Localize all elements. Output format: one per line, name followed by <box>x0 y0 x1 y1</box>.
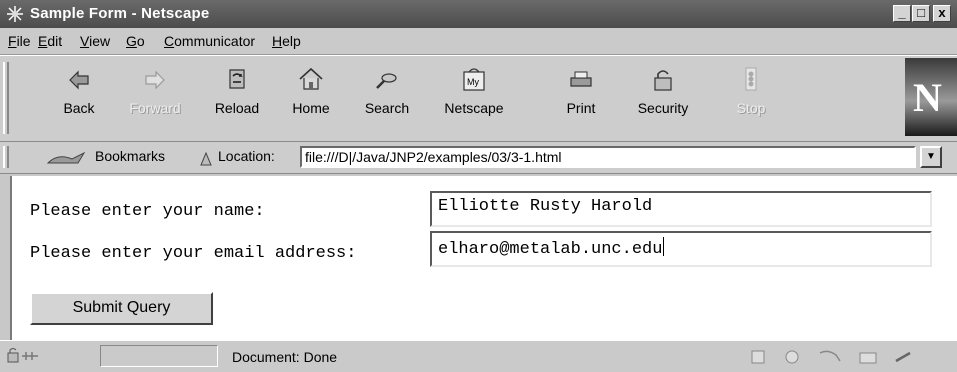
reload-icon <box>229 69 245 89</box>
status-bar: Document: Done <box>0 340 957 372</box>
forward-arrow-icon <box>145 70 165 90</box>
email-label: Please enter your email address: <box>30 244 357 263</box>
menu-bar: File Edit View Go Communicator Help <box>0 28 957 55</box>
page-content: Please enter your name: Elliotte Rusty H… <box>10 176 957 340</box>
url-input[interactable]: file:///D|/Java/JNP2/examples/03/3-1.htm… <box>300 146 916 168</box>
maximize-button[interactable]: □ <box>912 5 930 22</box>
netscape-label: Netscape <box>444 100 504 116</box>
my-netscape-icon: My <box>463 68 485 91</box>
minimize-button[interactable]: _ <box>893 5 911 22</box>
netscape-logo[interactable]: N <box>905 58 957 136</box>
print-label: Print <box>566 100 596 116</box>
stop-icon <box>745 67 757 91</box>
netscape-logo-letter: N <box>913 75 942 120</box>
svg-text:My: My <box>467 77 479 87</box>
netscape-app-icon[interactable] <box>6 5 24 23</box>
page-proxy-icon[interactable] <box>198 149 214 170</box>
status-text: Document: Done <box>232 349 338 365</box>
menu-edit[interactable]: Edit <box>38 33 62 49</box>
forward-button[interactable]: Forward <box>120 64 190 136</box>
component-bar <box>750 347 930 370</box>
location-toolbar: Bookmarks Location: file:///D|/Java/JNP2… <box>0 142 957 174</box>
submit-query-button[interactable]: Submit Query <box>30 292 213 325</box>
security-button[interactable]: Security <box>622 64 704 136</box>
name-input[interactable]: Elliotte Rusty Harold <box>430 191 932 227</box>
progress-meter <box>100 345 218 367</box>
navigation-toolbar: Back Forward Reload Home Search My Netsc… <box>0 55 957 142</box>
window-title: Sample Form - Netscape <box>30 5 210 22</box>
chevron-down-icon: ▼ <box>926 151 936 162</box>
security-status-icon[interactable] <box>6 347 40 368</box>
search-icon <box>376 73 397 89</box>
location-label: Location: <box>218 148 275 164</box>
back-arrow-icon <box>69 70 89 90</box>
close-button[interactable]: x <box>933 5 951 22</box>
bookmarks-icon[interactable] <box>44 149 90 170</box>
reload-button[interactable]: Reload <box>202 64 272 136</box>
menu-view[interactable]: View <box>80 33 110 49</box>
printer-icon <box>570 71 592 87</box>
back-button[interactable]: Back <box>44 64 114 136</box>
back-label: Back <box>63 100 95 116</box>
reload-label: Reload <box>214 100 260 116</box>
padlock-icon <box>654 70 672 91</box>
search-button[interactable]: Search <box>352 64 422 136</box>
url-dropdown-button[interactable]: ▼ <box>920 146 942 168</box>
menu-help[interactable]: Help <box>272 33 301 49</box>
security-label: Security <box>637 100 689 116</box>
menu-file[interactable]: File <box>8 33 31 49</box>
text-caret <box>663 237 665 256</box>
menu-go[interactable]: Go <box>126 33 145 49</box>
location-toolbar-grip[interactable] <box>3 146 9 168</box>
home-label: Home <box>292 100 330 116</box>
home-button[interactable]: Home <box>276 64 346 136</box>
email-input-value: elharo@metalab.unc.edu <box>438 240 663 259</box>
stop-label: Stop <box>736 100 766 116</box>
bookmarks-button[interactable]: Bookmarks <box>95 148 165 164</box>
browser-window: Sample Form - Netscape _ □ x File Edit V… <box>0 0 957 372</box>
stop-button[interactable]: Stop <box>716 64 786 136</box>
home-icon <box>299 67 323 90</box>
print-button[interactable]: Print <box>546 64 616 136</box>
email-input[interactable]: elharo@metalab.unc.edu <box>430 231 932 267</box>
name-input-value: Elliotte Rusty Harold <box>438 197 653 216</box>
my-netscape-button[interactable]: My Netscape <box>434 64 514 136</box>
menu-communicator[interactable]: Communicator <box>164 33 255 49</box>
title-bar[interactable]: Sample Form - Netscape _ □ x <box>0 0 957 28</box>
toolbar-grip[interactable] <box>3 62 9 134</box>
forward-label: Forward <box>129 100 181 116</box>
search-label: Search <box>364 100 410 116</box>
name-label: Please enter your name: <box>30 202 265 221</box>
